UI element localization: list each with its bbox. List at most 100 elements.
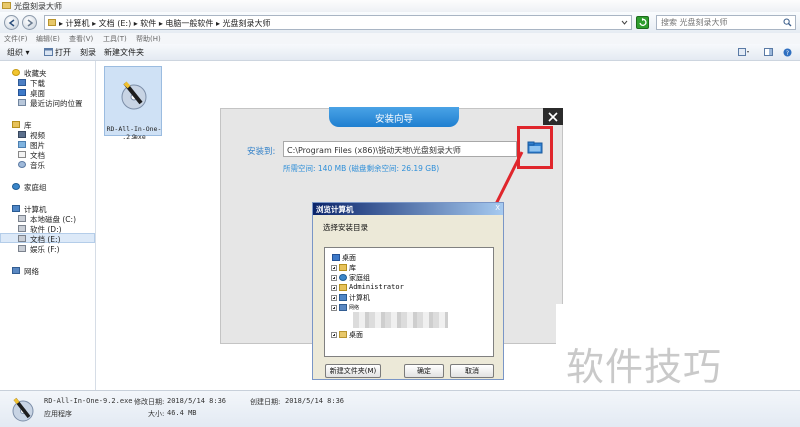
user-folder-icon (339, 284, 347, 291)
details-pane: RD-All-In-One-9.2.exe 修改日期: 2018/5/14 8:… (0, 390, 800, 427)
tree-item-network[interactable]: 网络 (349, 304, 359, 311)
nav-recent[interactable]: 最近访问的位置 (30, 98, 83, 109)
folder-icon (339, 331, 347, 338)
expand-icon[interactable] (331, 275, 337, 281)
close-icon (548, 112, 558, 122)
details-size-label: 大小: (148, 410, 165, 418)
star-icon (12, 69, 20, 76)
preview-pane-icon[interactable] (764, 48, 773, 56)
drive-icon (18, 215, 26, 222)
forward-button[interactable] (22, 15, 37, 30)
nav-network[interactable]: 网络 (24, 266, 39, 277)
expand-icon[interactable] (331, 305, 337, 311)
open-icon (44, 48, 53, 56)
space-required-text: 所需空间: 140 MB (磁盘剩余空间: 26.19 GB) (283, 164, 440, 173)
browse-dialog-title-bar: 浏览计算机 (313, 203, 503, 215)
app-exe-icon (121, 81, 147, 110)
refresh-button[interactable] (636, 16, 649, 29)
details-created-date: 2018/5/14 8:36 (285, 397, 345, 405)
menu-view[interactable]: 查看(V) (69, 34, 93, 44)
chevron-down-icon[interactable] (621, 19, 628, 26)
window-title: 光盘刻录大师 (14, 2, 62, 11)
open-button[interactable]: 打开 (55, 47, 71, 58)
install-to-label: 安装到: (247, 147, 276, 157)
installer-close-button[interactable] (543, 108, 563, 125)
folder-icon (2, 2, 11, 9)
watermark-text: 软件技巧 (566, 345, 723, 389)
recent-places-icon (18, 99, 26, 106)
installer-title-tab: 安装向导 (329, 107, 459, 127)
browse-prompt: 选择安装目录 (323, 223, 368, 232)
expand-icon[interactable] (331, 295, 337, 301)
search-input[interactable] (661, 17, 781, 28)
drive-icon (18, 225, 26, 232)
new-folder-button[interactable]: 新建文件夹(M) (325, 364, 381, 378)
computer-icon (12, 205, 20, 212)
arrow-right-icon (27, 19, 34, 27)
file-name-continued: .2.exe (122, 133, 146, 141)
folder-tree[interactable]: 桌面 库 家庭组 Administrator 计算机 网络 桌面 (324, 247, 494, 357)
drive-icon (18, 235, 26, 242)
details-size: 46.4 MB (167, 409, 197, 417)
organize-button[interactable]: 组织 ▾ (7, 47, 30, 58)
drive-icon (18, 245, 26, 252)
downloads-icon (18, 79, 26, 86)
homegroup-icon (12, 183, 20, 190)
details-file-name: RD-All-In-One-9.2.exe (44, 397, 133, 405)
tree-item-homegroup[interactable]: 家庭组 (349, 273, 370, 283)
details-modified-date: 2018/5/14 8:36 (167, 397, 227, 405)
tree-item-administrator[interactable]: Administrator (349, 283, 404, 291)
network-icon (339, 304, 347, 311)
blurred-folder-items (353, 312, 448, 328)
folder-icon (48, 19, 56, 26)
tree-item-libraries[interactable]: 库 (349, 263, 356, 273)
desktop-icon (18, 89, 26, 96)
view-options-icon[interactable] (738, 48, 750, 56)
computer-icon (339, 294, 347, 301)
nav-homegroup[interactable]: 家庭组 (24, 182, 47, 193)
ok-button[interactable]: 确定 (404, 364, 444, 378)
browse-close-button[interactable]: X (495, 204, 500, 212)
new-folder-button[interactable]: 新建文件夹 (104, 47, 144, 58)
tree-item-computer[interactable]: 计算机 (349, 293, 370, 303)
app-exe-icon (12, 397, 34, 422)
expand-icon[interactable] (331, 285, 337, 291)
breadcrumb[interactable]: ▸ 计算机 ▸ 文档 (E:) ▸ 软件 ▸ 电脑一般软件 ▸ 光盘刻录大师 (59, 18, 271, 29)
browse-dialog-title: 浏览计算机 (316, 205, 354, 214)
search-box[interactable] (656, 15, 796, 30)
burn-button[interactable]: 刻录 (80, 47, 96, 58)
nav-drive-f[interactable]: 娱乐 (F:) (30, 244, 60, 255)
svg-text:?: ? (786, 50, 789, 57)
browse-dialog: 浏览计算机 X 选择安装目录 桌面 库 家庭组 Administrator 计算… (312, 202, 504, 380)
homegroup-icon (339, 274, 347, 281)
menu-edit[interactable]: 编辑(E) (36, 34, 60, 44)
install-path-value: C:\Program Files (x86)\锐动天地\光盘刻录大师 (287, 146, 461, 155)
menu-bar: 文件(F) 编辑(E) 查看(V) 工具(T) 帮助(H) (0, 33, 800, 44)
details-modified-label: 修改日期: (134, 398, 165, 406)
cancel-button[interactable]: 取消 (450, 364, 494, 378)
menu-help[interactable]: 帮助(H) (136, 34, 161, 44)
desktop-icon (332, 254, 340, 261)
library-icon (339, 264, 347, 271)
video-icon (18, 131, 26, 138)
refresh-icon (639, 18, 647, 26)
back-button[interactable] (4, 15, 19, 30)
arrow-left-icon (8, 19, 15, 27)
menu-file[interactable]: 文件(F) (4, 34, 28, 44)
nav-music[interactable]: 音乐 (30, 160, 45, 171)
help-icon[interactable]: ? (783, 48, 792, 57)
details-file-type: 应用程序 (44, 410, 72, 418)
tree-item-desktop[interactable]: 桌面 (342, 253, 356, 263)
address-bar[interactable]: ▸ 计算机 ▸ 文档 (E:) ▸ 软件 ▸ 电脑一般软件 ▸ 光盘刻录大师 (44, 15, 632, 30)
address-row: ▸ 计算机 ▸ 文档 (E:) ▸ 软件 ▸ 电脑一般软件 ▸ 光盘刻录大师 (0, 12, 800, 34)
file-item[interactable]: RD-All-In-One-9 .2.exe (104, 66, 162, 141)
installer-title: 安装向导 (374, 114, 413, 125)
tree-item-desktop-folder[interactable]: 桌面 (349, 330, 363, 340)
menu-tools[interactable]: 工具(T) (103, 34, 127, 44)
navigation-pane: 收藏夹 下载 桌面 最近访问的位置 库 视频 图片 文档 音乐 家庭组 计算机 … (0, 61, 96, 390)
expand-icon[interactable] (331, 332, 337, 338)
documents-icon (18, 151, 26, 158)
expand-icon[interactable] (331, 265, 337, 271)
library-icon (12, 121, 20, 128)
search-icon[interactable] (783, 18, 792, 27)
